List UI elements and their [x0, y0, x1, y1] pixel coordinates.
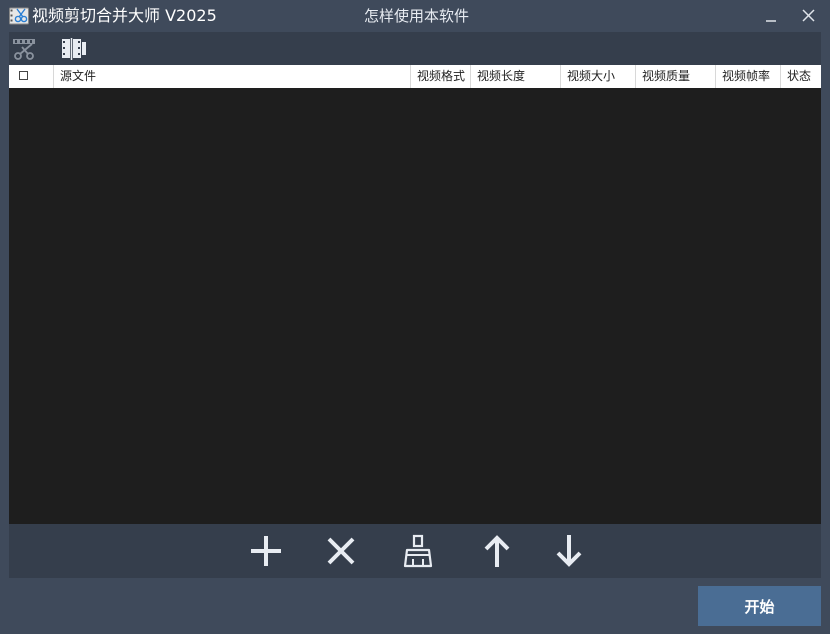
file-table-header: 源文件 视频格式 视频长度 视频大小 视频质量 视频帧率 状态 [9, 65, 821, 88]
close-icon [802, 9, 815, 22]
column-video-format[interactable]: 视频格式 [411, 65, 471, 88]
how-to-use-link[interactable]: 怎样使用本软件 [364, 6, 469, 26]
app-title: 视频剪切合并大师 V2025 [32, 6, 217, 25]
x-icon [327, 537, 355, 565]
plus-icon [251, 536, 281, 566]
title-bar: 视频剪切合并大师 V2025 怎样使用本软件 [0, 0, 830, 32]
column-video-size[interactable]: 视频大小 [561, 65, 636, 88]
video-merge-icon [62, 38, 86, 60]
add-file-button[interactable] [246, 531, 286, 571]
cut-mode-button[interactable] [11, 36, 41, 62]
arrow-up-icon [484, 535, 510, 567]
move-down-button[interactable] [549, 531, 589, 571]
start-button[interactable]: 开始 [698, 586, 821, 626]
merge-mode-button[interactable] [59, 36, 89, 62]
broom-icon [403, 534, 433, 568]
file-list[interactable] [9, 88, 821, 524]
main-panel: 源文件 视频格式 视频长度 视频大小 视频质量 视频帧率 状态 [9, 32, 821, 578]
list-action-bar [9, 524, 821, 578]
remove-file-button[interactable] [321, 531, 361, 571]
arrow-down-icon [556, 535, 582, 567]
minimize-button[interactable] [758, 4, 784, 28]
column-video-length[interactable]: 视频长度 [471, 65, 561, 88]
move-up-button[interactable] [477, 531, 517, 571]
select-all-checkbox[interactable] [19, 71, 28, 80]
column-status[interactable]: 状态 [781, 65, 821, 88]
column-source-file[interactable]: 源文件 [54, 65, 411, 88]
select-all-cell [9, 65, 54, 88]
clear-list-button[interactable] [398, 531, 438, 571]
mode-toolbar [9, 32, 821, 65]
scissors-film-icon [9, 7, 29, 25]
video-cut-icon [13, 39, 35, 60]
minimize-icon [766, 20, 776, 22]
column-video-framerate[interactable]: 视频帧率 [716, 65, 781, 88]
close-button[interactable] [795, 4, 821, 28]
column-video-quality[interactable]: 视频质量 [636, 65, 716, 88]
